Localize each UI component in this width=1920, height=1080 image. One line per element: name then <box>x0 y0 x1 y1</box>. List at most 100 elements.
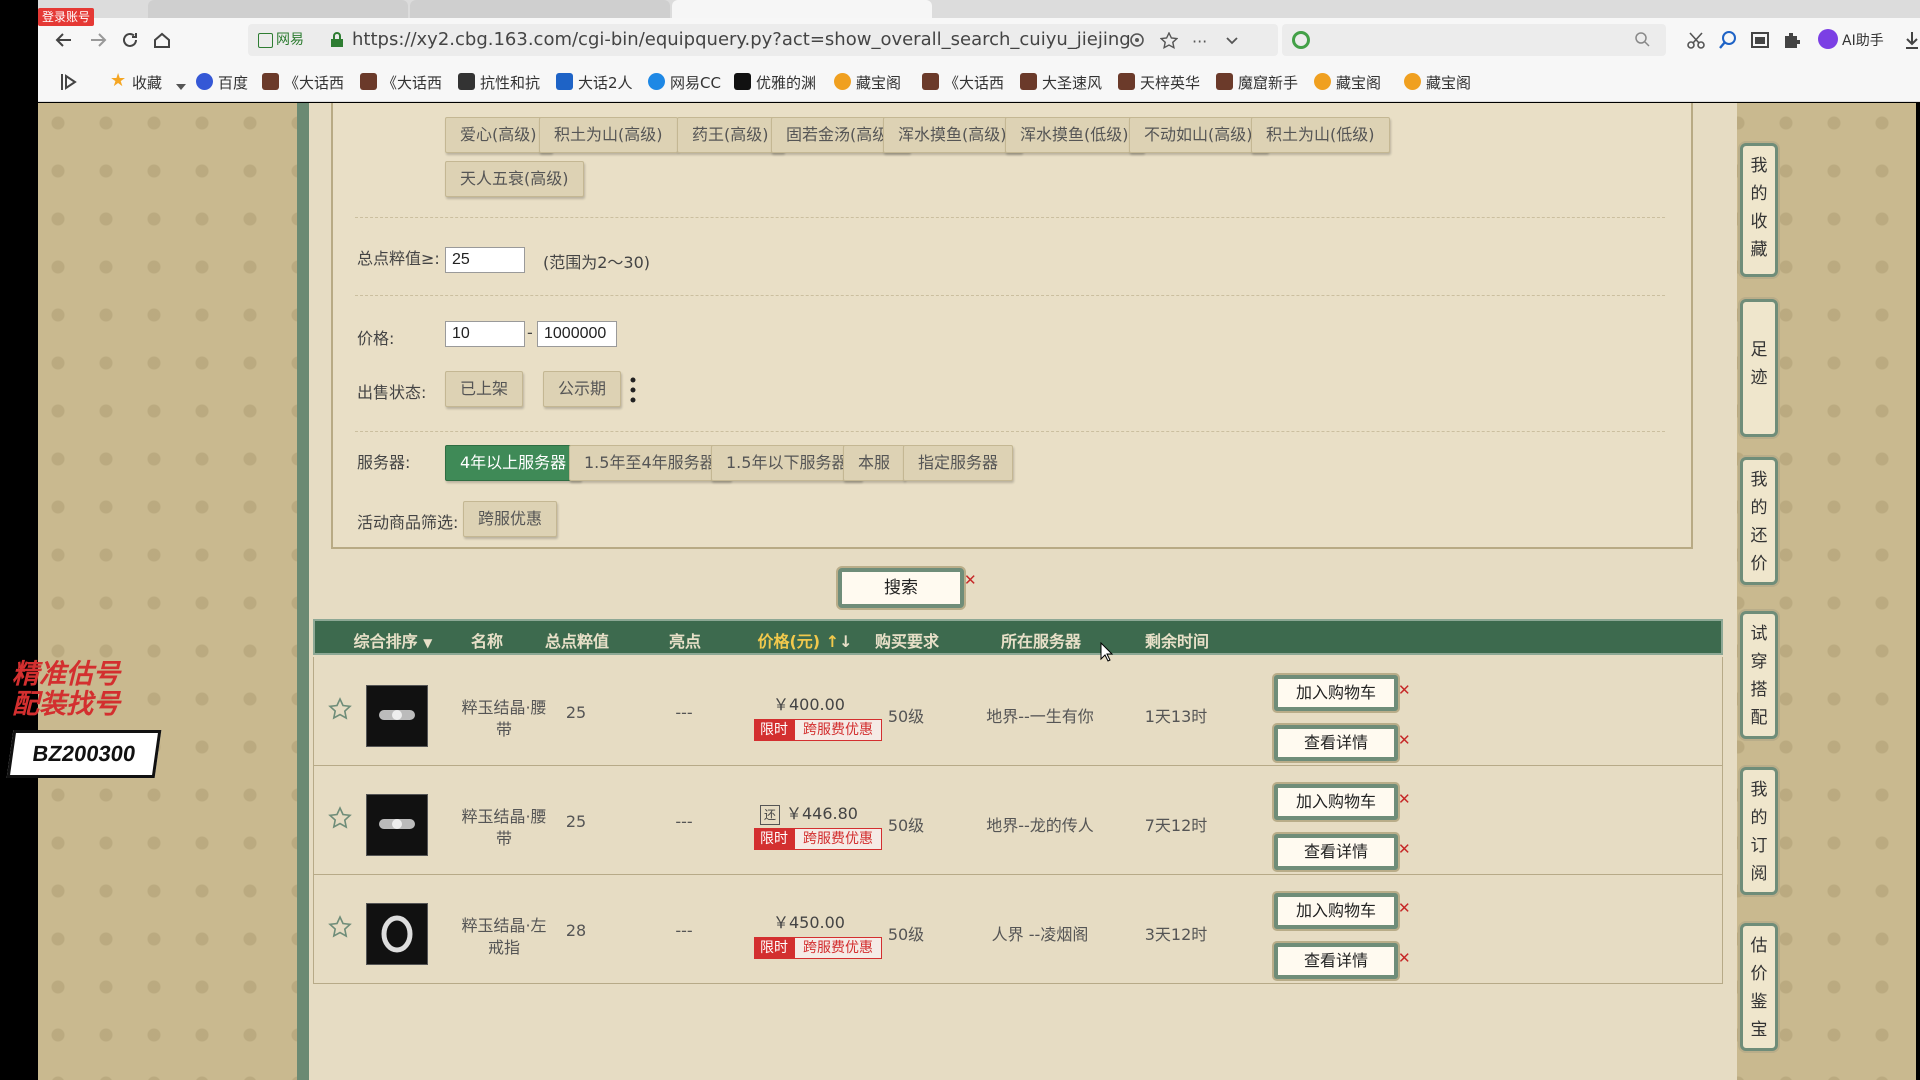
bookmark-item[interactable]: 藏宝阁 <box>1314 72 1381 92</box>
price-max-input[interactable] <box>537 321 617 347</box>
results-header: 综合排序 ▼ 名称 总点粹值 亮点 价格(元) ↑↓ 购买要求 所在服务器 剩余… <box>313 619 1723 655</box>
sidebar-my-subscriptions[interactable]: 我的订阅 <box>1740 767 1778 895</box>
caret-down-icon[interactable] <box>176 76 186 95</box>
bookmark-item[interactable]: 百度 <box>196 72 248 92</box>
add-to-cart-button[interactable]: 加入购物车 <box>1274 784 1398 820</box>
skill-chip[interactable]: 药王(高级) <box>677 117 784 153</box>
sidebar-toggle-icon[interactable] <box>60 72 78 96</box>
server-chip[interactable]: 本服 <box>843 445 906 481</box>
forward-icon[interactable] <box>86 28 110 52</box>
item-requirement: 50级 <box>887 925 925 944</box>
bookmark-item[interactable]: 大话2人 <box>556 72 633 92</box>
table-row: 粹玉结晶·腰带 25 --- 还 ￥446.80 限时 跨服费优惠 50级 地界--… <box>313 766 1723 875</box>
browser-tab-active[interactable] <box>672 0 932 18</box>
item-thumbnail[interactable] <box>366 685 428 747</box>
address-bar[interactable]: 网易 https://xy2.cbg.163.com/cgi-bin/equip… <box>248 24 1278 56</box>
cbg-icon <box>1314 73 1331 90</box>
skill-chip[interactable]: 浑水摸鱼(低级) <box>1005 117 1144 153</box>
price-min-input[interactable] <box>445 321 525 347</box>
bookmark-item[interactable]: 藏宝阁 <box>834 72 901 92</box>
server-chip[interactable]: 指定服务器 <box>903 445 1014 481</box>
bookmark-item[interactable]: 《大话西 <box>262 72 344 92</box>
search-icon[interactable] <box>1634 31 1650 51</box>
favorite-star-icon[interactable] <box>328 806 352 834</box>
sidebar-my-favorites[interactable]: 我的收藏 <box>1740 143 1778 277</box>
item-thumbnail[interactable] <box>366 903 428 965</box>
sidebar-my-counteroffers[interactable]: 我的还价 <box>1740 457 1778 585</box>
bookmark-item[interactable]: 藏宝阁 <box>1404 72 1471 92</box>
chevron-down-icon[interactable] <box>1224 32 1240 52</box>
skill-chip[interactable]: 积土为山(高级) <box>539 117 678 153</box>
login-badge[interactable]: 登录账号 <box>38 8 94 26</box>
extensions-icon[interactable] <box>1782 30 1802 54</box>
bookmark-item[interactable]: 《大话西 <box>922 72 1004 92</box>
sidebar-history[interactable]: 足迹 <box>1740 299 1778 437</box>
bookmark-item[interactable]: 大圣速风 <box>1020 72 1102 92</box>
sale-status-chip[interactable]: 公示期 <box>543 371 622 407</box>
server-chip-selected[interactable]: 4年以上服务器 <box>445 445 582 481</box>
item-name[interactable]: 粹玉结晶·腰带 <box>454 697 554 741</box>
close-x-icon: ✕ <box>1398 899 1411 917</box>
sale-status-chip[interactable]: 已上架 <box>445 371 524 407</box>
server-chip[interactable]: 1.5年以下服务器 <box>711 445 863 481</box>
search-button[interactable]: 搜索 <box>838 568 964 608</box>
bookmark-item[interactable]: 网易CC <box>648 72 721 92</box>
bookmark-item[interactable]: 天梓英华 <box>1118 72 1200 92</box>
magnifier-icon[interactable] <box>1718 30 1738 54</box>
skill-chip[interactable]: 浑水摸鱼(高级) <box>883 117 1022 153</box>
points-input[interactable] <box>445 247 525 273</box>
search-input[interactable] <box>1282 24 1666 56</box>
table-row: 粹玉结晶·腰带 25 --- ￥400.00 限时 跨服费优惠 50级 地界--一… <box>313 657 1723 766</box>
location-icon[interactable] <box>1128 32 1146 54</box>
skill-chip[interactable]: 积土为山(低级) <box>1251 117 1390 153</box>
scissors-icon[interactable] <box>1686 30 1706 54</box>
favorite-star-icon[interactable] <box>328 915 352 943</box>
bookmark-item[interactable]: 魔窟新手 <box>1216 72 1298 92</box>
sidebar-appraisal[interactable]: 估价鉴宝 <box>1740 923 1778 1051</box>
arrow-down-icon[interactable]: ↓ <box>839 632 852 651</box>
bookmark-favorites[interactable]: ★ 收藏 <box>110 70 162 92</box>
bookmark-item[interactable]: 优雅的渊 <box>734 72 816 92</box>
item-time-left: 7天12时 <box>1144 816 1208 835</box>
browser-tab[interactable] <box>148 0 408 18</box>
overlay-code-badge: BZ200300 <box>6 730 162 778</box>
time-left-header[interactable]: 剩余时间 <box>1145 628 1209 652</box>
item-name[interactable]: 粹玉结晶·左戒指 <box>454 915 554 959</box>
item-name[interactable]: 粹玉结晶·腰带 <box>454 806 554 850</box>
view-details-button[interactable]: 查看详情 <box>1274 725 1398 761</box>
points-header[interactable]: 总点粹值 <box>545 628 609 652</box>
sidebar-try-on[interactable]: 试穿搭配 <box>1740 611 1778 739</box>
url-text[interactable]: https://xy2.cbg.163.com/cgi-bin/equipque… <box>352 30 1131 50</box>
download-icon[interactable] <box>1904 30 1920 54</box>
sort-overall-header[interactable]: 综合排序 ▼ <box>354 628 433 652</box>
item-server: 地界--龙的传人 <box>986 816 1094 835</box>
activity-chip[interactable]: 跨服优惠 <box>463 501 558 537</box>
add-to-cart-button[interactable]: 加入购物车 <box>1274 675 1398 711</box>
item-requirement: 50级 <box>887 816 925 835</box>
skill-chip[interactable]: 天人五衰(高级) <box>445 161 584 197</box>
window-icon[interactable] <box>1750 30 1770 54</box>
home-icon[interactable] <box>150 28 174 52</box>
more-vertical-icon[interactable] <box>629 375 637 409</box>
item-price: ￥450.00 <box>773 913 845 932</box>
highlight-header: 亮点 <box>668 632 702 651</box>
view-details-button[interactable]: 查看详情 <box>1274 834 1398 870</box>
ai-helper-button[interactable]: AI助手 <box>1842 30 1884 50</box>
arrow-up-icon[interactable]: ↑ <box>826 632 839 651</box>
star-icon[interactable] <box>1159 31 1179 54</box>
view-details-button[interactable]: 查看详情 <box>1274 943 1398 979</box>
back-icon[interactable] <box>52 28 76 52</box>
more-icon[interactable]: ··· <box>1192 32 1207 51</box>
bookmark-item[interactable]: 抗性和抗 <box>458 72 540 92</box>
browser-tab[interactable] <box>410 0 670 18</box>
item-thumbnail[interactable] <box>366 794 428 856</box>
reload-icon[interactable] <box>118 28 142 52</box>
price-header[interactable]: 价格(元) ↑↓ <box>757 628 852 652</box>
bookmark-item[interactable]: 《大话西 <box>360 72 442 92</box>
skill-chip[interactable]: 不动如山(高级) <box>1129 117 1268 153</box>
add-to-cart-button[interactable]: 加入购物车 <box>1274 893 1398 929</box>
ai-assistant-icon[interactable] <box>1818 29 1838 49</box>
server-chip[interactable]: 1.5年至4年服务器 <box>569 445 731 481</box>
skill-chip[interactable]: 爱心(高级) <box>445 117 552 153</box>
favorite-star-icon[interactable] <box>328 697 352 725</box>
